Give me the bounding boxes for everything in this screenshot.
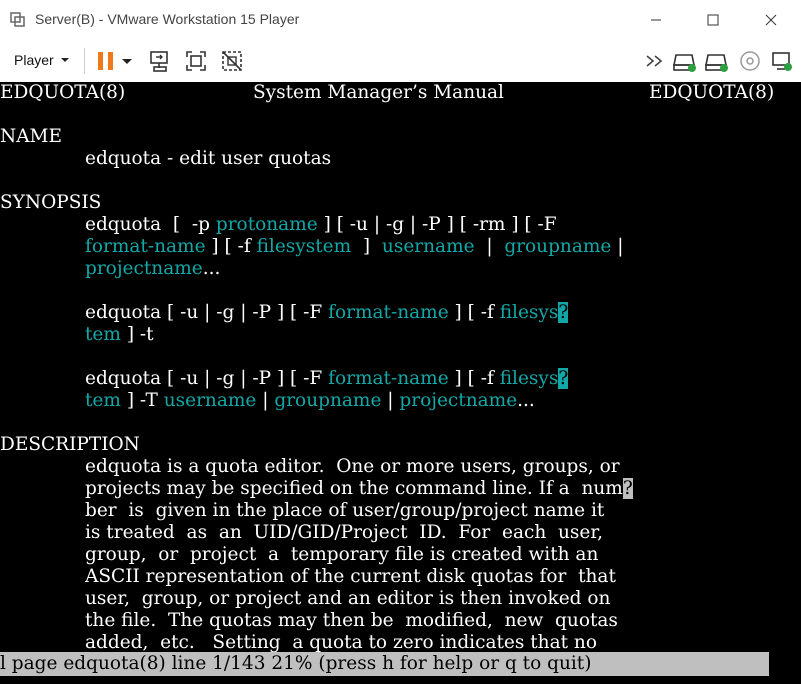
section-heading-description: DESCRIPTION [0, 434, 140, 455]
network-icon[interactable] [770, 49, 794, 73]
synopsis-line-5: tem ] -t [85, 324, 154, 345]
description-line-8: the file. The quotas may then be modifie… [85, 610, 618, 631]
vm-console[interactable]: EDQUOTA(8) System Manager’s Manual EDQUOTA… [0, 82, 801, 684]
hdd-icon[interactable] [672, 49, 698, 73]
title-bar: Server(B) - VMware Workstation 15 Player [0, 0, 801, 40]
synopsis-line-1: edquota [ -p protoname ] [ -u | -g | -P … [85, 214, 557, 235]
unity-icon[interactable] [220, 49, 244, 73]
cd-icon[interactable] [738, 49, 762, 73]
dropdown-arrow-icon[interactable] [120, 49, 134, 73]
pause-icon[interactable] [94, 49, 118, 73]
synopsis-line-4: edquota [ -u | -g | -P ] [ -F format-nam… [85, 302, 569, 323]
description-line-5: group, or project a temporary file is cr… [85, 544, 599, 565]
close-button[interactable] [742, 0, 800, 40]
toolbar-divider [84, 48, 85, 74]
description-line-3: ber is given in the place of user/group/… [85, 500, 605, 521]
minimize-button[interactable] [627, 0, 685, 40]
player-menu-button[interactable]: Player [6, 46, 78, 74]
more-icon[interactable] [643, 49, 667, 73]
pager-status-bar: l page edquota(8) line 1/143 21% (press … [0, 652, 769, 676]
player-menu-label: Player [14, 52, 54, 68]
maximize-button[interactable] [684, 0, 742, 40]
synopsis-line-7: tem ] -T username | groupname | projectn… [85, 390, 535, 411]
minimize-icon [651, 19, 661, 21]
chevron-down-icon [60, 58, 69, 62]
name-text: edquota - edit user quotas [85, 148, 332, 169]
section-heading-name: NAME [0, 126, 62, 147]
description-line-7: user, group, or project and an editor is… [85, 588, 611, 609]
description-line-1: edquota is a quota editor. One or more u… [85, 456, 620, 477]
description-line-9: added, etc. Setting a quota to zero indi… [85, 632, 597, 653]
close-icon [765, 14, 777, 26]
vmware-logo-icon [10, 12, 25, 27]
description-line-6: ASCII representation of the current disk… [85, 566, 616, 587]
description-line-4: is treated as an UID/GID/Project ID. For… [85, 522, 604, 543]
description-line-2: projects may be specified on the command… [85, 478, 633, 499]
hdd2-icon[interactable] [704, 49, 730, 73]
window-title: Server(B) - VMware Workstation 15 Player [35, 11, 300, 27]
man-page-view: EDQUOTA(8) System Manager’s Manual EDQUOTA… [0, 82, 781, 684]
send-ctrl-alt-del-icon[interactable] [148, 49, 172, 73]
man-header: EDQUOTA(8) System Manager’s Manual EDQUOTA… [0, 82, 775, 103]
synopsis-line-3: projectname... [85, 258, 221, 279]
synopsis-line-6: edquota [ -u | -g | -P ] [ -F format-nam… [85, 368, 569, 389]
fullscreen-icon[interactable] [184, 49, 208, 73]
toolbar: Player [0, 40, 801, 83]
synopsis-line-2: format-name ] [ -f filesystem ] username… [85, 236, 624, 257]
maximize-icon [707, 14, 719, 26]
section-heading-synopsis: SYNOPSIS [0, 192, 102, 213]
console-scrollbar [781, 82, 801, 684]
